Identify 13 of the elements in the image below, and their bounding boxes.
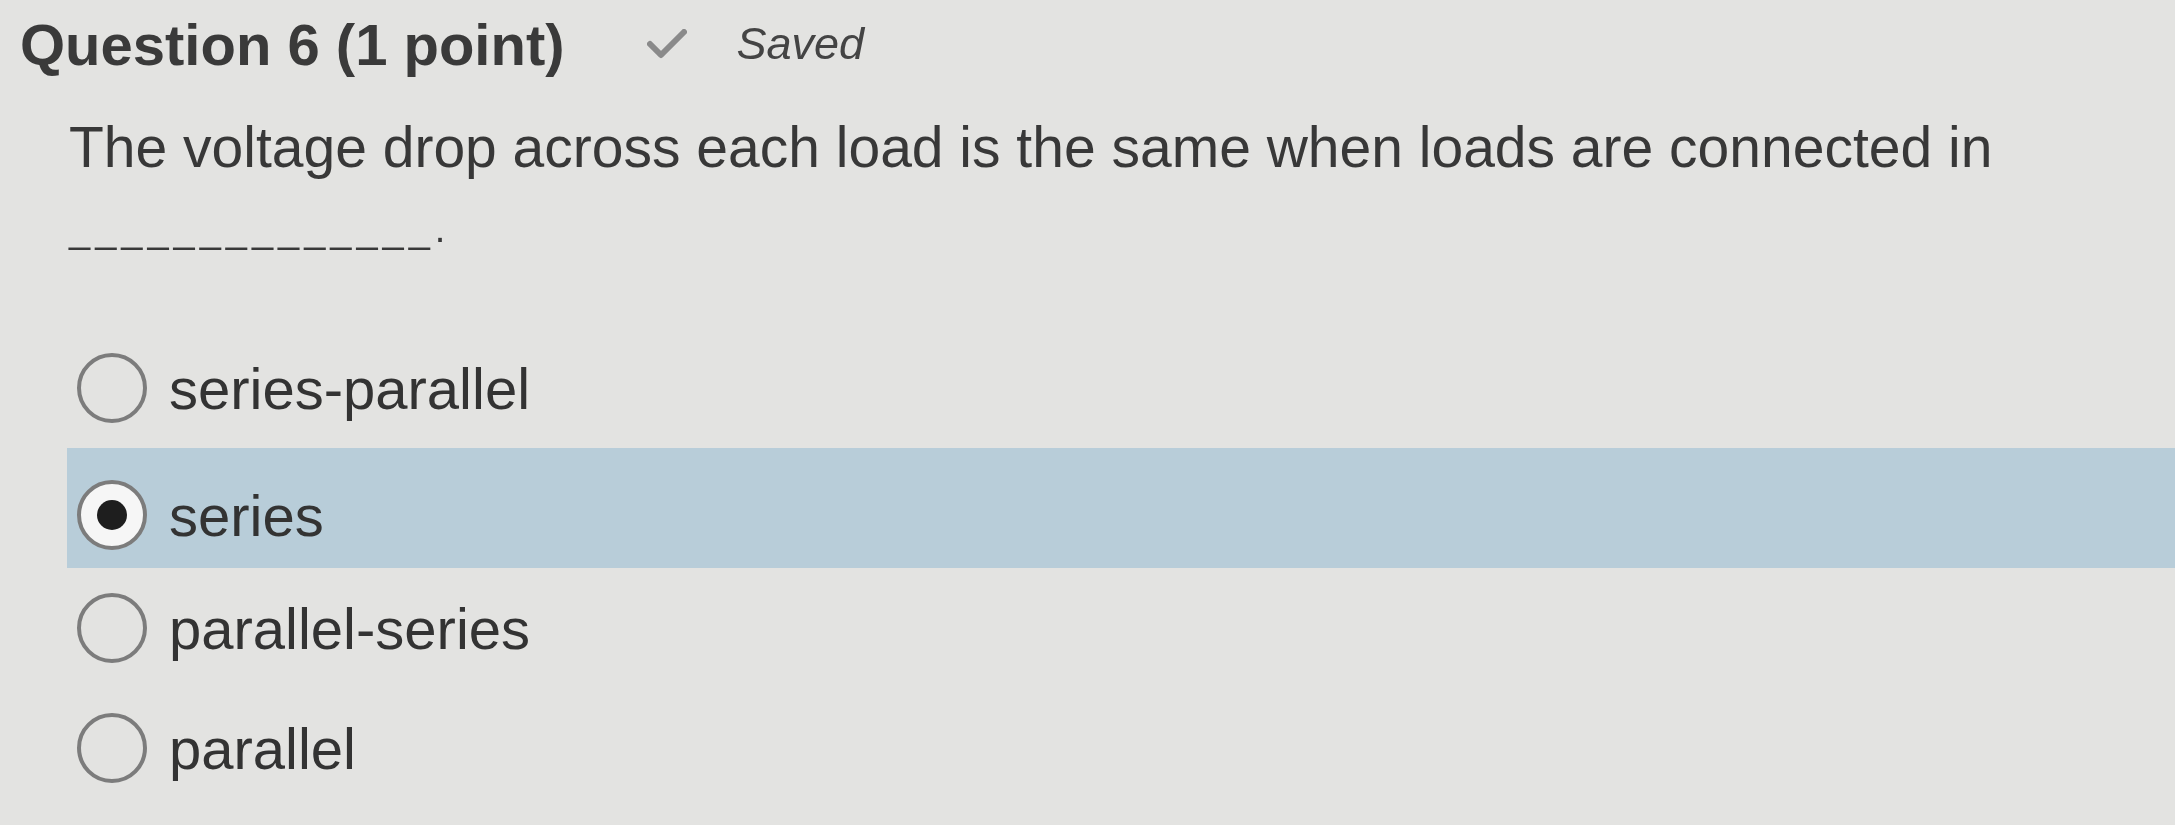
- radio-button[interactable]: [76, 479, 148, 551]
- radio-button[interactable]: [76, 592, 148, 664]
- fill-in-blank: ______________.: [69, 207, 451, 252]
- radio-button[interactable]: [76, 712, 148, 784]
- question-text: The voltage drop across each load is the same when loads are connected in: [69, 114, 1993, 181]
- check-icon: [646, 29, 687, 59]
- question-title: Question 6 (1 point): [20, 10, 565, 78]
- answer-option[interactable]: parallel-series: [67, 568, 2175, 688]
- save-status: Saved: [736, 18, 865, 70]
- answer-option[interactable]: series: [67, 448, 2175, 568]
- answer-option[interactable]: series-parallel: [67, 328, 2175, 448]
- answer-option[interactable]: parallel: [67, 688, 2175, 808]
- radio-button[interactable]: [76, 352, 148, 424]
